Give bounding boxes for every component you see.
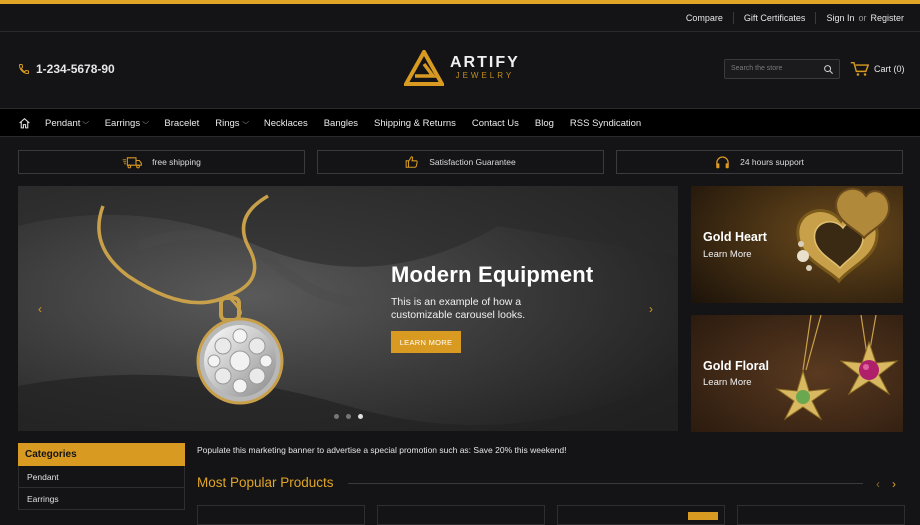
product-card[interactable] [197, 505, 365, 525]
hero-carousel[interactable]: ‹ › Modern Equipment This is an example … [18, 186, 678, 431]
categories-panel: Categories Pendant Earrings [18, 443, 185, 518]
promo-gold-floral[interactable]: Gold Floral Learn More [691, 315, 903, 432]
nav-label: Shipping & Returns [374, 117, 456, 129]
carousel-dot[interactable] [346, 414, 351, 419]
site-logo[interactable]: ARTIFY JEWELRY [404, 50, 520, 86]
learn-more-button[interactable]: LEARN MORE [391, 331, 461, 353]
compare-link[interactable]: Compare [676, 13, 733, 23]
slide-caption: Modern Equipment This is an example of h… [391, 262, 593, 353]
nav-item-contact-us[interactable]: Contact Us [472, 118, 519, 129]
feature-label: 24 hours support [740, 157, 804, 167]
top-utility-bar: Compare Gift Certificates Sign In or Reg… [0, 4, 920, 32]
gift-certificates-link[interactable]: Gift Certificates [734, 13, 816, 23]
phone-icon [18, 64, 29, 75]
feature-free-shipping: free shipping [18, 150, 305, 174]
feature-label: Satisfaction Guarantee [429, 157, 516, 167]
nav-item-necklaces[interactable]: Necklaces [264, 118, 308, 129]
feature-strip: free shipping Satisfaction Guarantee 24 … [18, 150, 903, 174]
nav-label: Rings [215, 117, 240, 129]
products-carousel-arrows: ‹ › [876, 477, 908, 491]
phone-number[interactable]: 1-234-5678-90 [18, 62, 115, 76]
product-card[interactable] [377, 505, 545, 525]
nav-label: RSS Syndication [569, 117, 642, 129]
nav-item-blog[interactable]: Blog [535, 118, 554, 129]
categories-heading: Categories [18, 443, 185, 466]
search-input[interactable]: Search the store [731, 65, 782, 72]
product-card[interactable] [737, 505, 905, 525]
site-header: 1-234-5678-90 ARTIFY JEWELRY Search the … [0, 32, 920, 108]
search-icon[interactable] [823, 64, 834, 75]
slide-description: This is an example of how a customizable… [391, 296, 526, 321]
category-item-earrings[interactable]: Earrings [18, 488, 185, 510]
nav-label: Blog [534, 117, 554, 129]
carousel-dots [334, 414, 370, 419]
cart-label: Cart (0) [874, 64, 905, 74]
nav-home[interactable] [18, 117, 31, 129]
carousel-prev-arrow-icon[interactable]: ‹ [38, 302, 42, 316]
nav-item-bracelet[interactable]: Bracelet [164, 118, 199, 129]
search-box[interactable]: Search the store [724, 59, 840, 79]
section-divider [348, 483, 863, 484]
brand-subtitle: JEWELRY [455, 71, 515, 80]
feature-label: free shipping [152, 157, 201, 167]
brand-name: ARTIFY [450, 54, 520, 71]
nav-item-rings[interactable]: Rings ⌵ [215, 118, 248, 129]
product-card[interactable] [557, 505, 725, 525]
carousel-dot[interactable] [334, 414, 339, 419]
nav-label: Earrings [104, 117, 141, 129]
nav-item-bangles[interactable]: Bangles [324, 118, 358, 129]
promo-gold-heart[interactable]: Gold Heart Learn More [691, 186, 903, 303]
logo-mark-icon [404, 50, 444, 86]
feature-satisfaction: Satisfaction Guarantee [317, 150, 604, 174]
nav-item-pendant[interactable]: Pendant ⌵ [45, 117, 90, 129]
nav-label: Pendant [45, 117, 81, 129]
sign-in-link[interactable]: Sign In [816, 13, 854, 23]
main-nav: Pendant ⌵ Earrings ⌵ Bracelet Rings ⌵ Neckl… [0, 108, 920, 137]
cart-button[interactable]: Cart (0) [850, 61, 905, 77]
promo-title: Gold Floral [703, 359, 769, 373]
product-cards-row [197, 505, 905, 525]
nav-item-earrings[interactable]: Earrings ⌵ [105, 118, 149, 129]
register-link[interactable]: Register [870, 13, 904, 23]
feature-support: 24 hours support [616, 150, 903, 174]
carousel-next-arrow-icon[interactable]: › [649, 302, 653, 316]
gold-heart-image [691, 186, 903, 303]
sale-badge [688, 512, 718, 520]
nav-label: Necklaces [263, 117, 308, 129]
promo-learn-more-link[interactable]: Learn More [703, 377, 752, 388]
nav-label: Bracelet [164, 117, 200, 129]
nav-item-shipping-returns[interactable]: Shipping & Returns [374, 118, 456, 129]
thumbs-up-icon [405, 156, 418, 168]
category-item-pendant[interactable]: Pendant [18, 466, 185, 488]
gold-floral-image [691, 315, 903, 432]
or-text: or [858, 13, 867, 23]
products-next-arrow-icon[interactable]: › [892, 477, 896, 491]
products-prev-arrow-icon[interactable]: ‹ [876, 477, 880, 491]
home-icon [19, 117, 30, 129]
nav-item-rss[interactable]: RSS Syndication [570, 118, 641, 129]
marketing-banner: Populate this marketing banner to advert… [197, 445, 567, 455]
carousel-dot-active[interactable] [358, 414, 363, 419]
chevron-down-icon: ⌵ [82, 119, 90, 126]
promo-learn-more-link[interactable]: Learn More [703, 249, 752, 260]
headphones-icon [716, 156, 729, 169]
chevron-down-icon: ⌵ [241, 119, 249, 126]
slide-title: Modern Equipment [391, 262, 594, 287]
section-title: Most Popular Products [197, 475, 334, 490]
cart-icon [850, 61, 869, 76]
nav-label: Bangles [323, 117, 359, 129]
promo-title: Gold Heart [703, 230, 767, 244]
utility-links: Compare Gift Certificates Sign In or Reg… [676, 4, 904, 32]
truck-icon [122, 156, 143, 168]
chevron-down-icon: ⌵ [142, 119, 150, 126]
nav-label: Contact Us [471, 117, 519, 129]
phone-text: 1-234-5678-90 [36, 62, 115, 76]
